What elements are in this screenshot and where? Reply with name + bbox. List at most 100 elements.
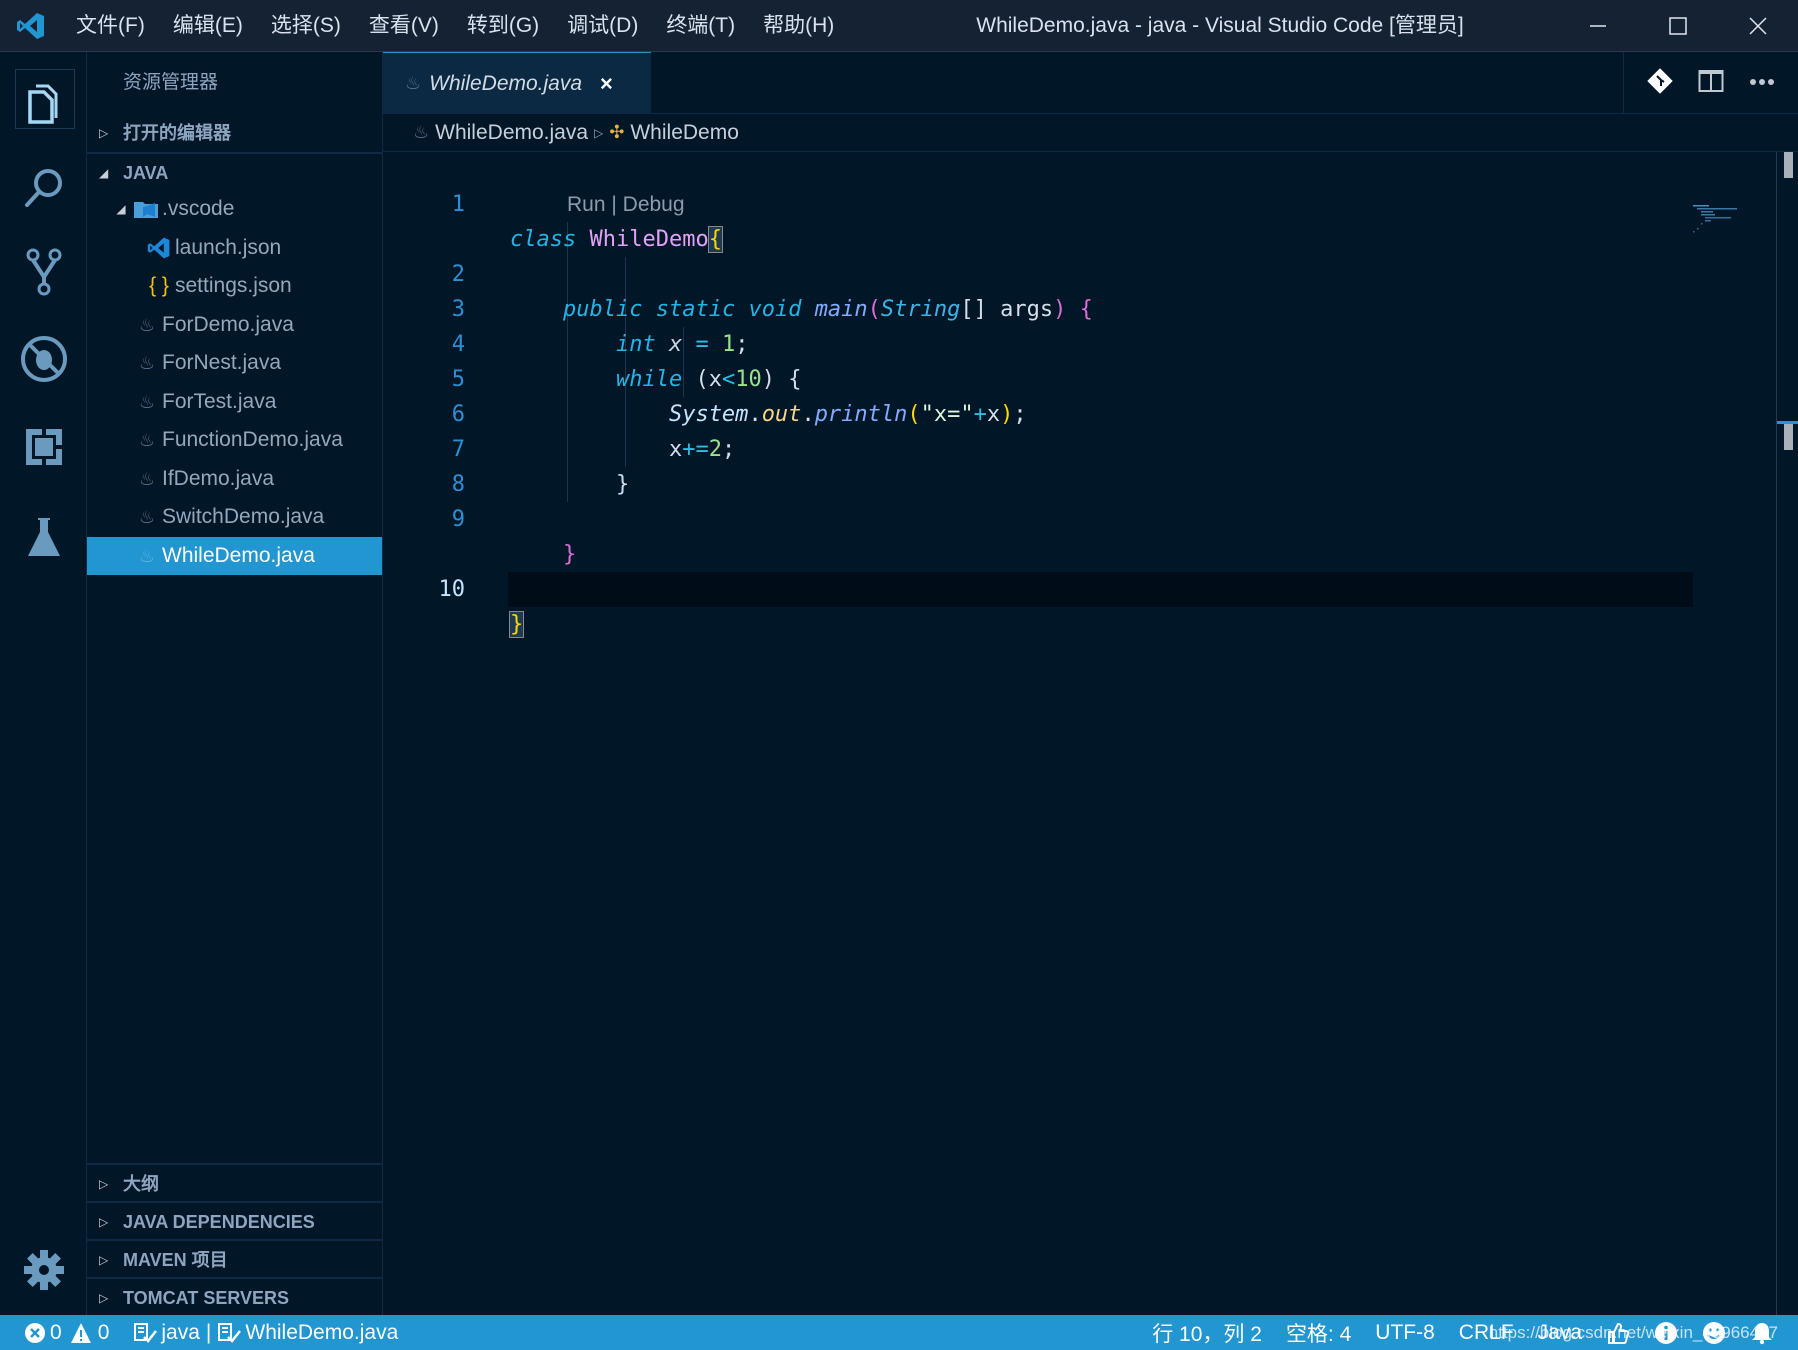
section-java-dependencies[interactable]: ▷ JAVA DEPENDENCIES (87, 1201, 383, 1239)
minimize-icon (1590, 25, 1606, 27)
split-editor-button[interactable] (1698, 69, 1724, 98)
activity-test[interactable] (0, 497, 87, 577)
test-icon (27, 518, 60, 556)
tree-item-label: FunctionDemo.java (162, 428, 343, 451)
menu-go[interactable]: 转到(G) (453, 0, 553, 52)
code-line: 2 public static void main(String[] args)… (383, 222, 1683, 322)
window-controls (1558, 0, 1798, 52)
scrollbar-thumb[interactable] (1784, 152, 1793, 178)
chevron-right-icon: ▷ (99, 126, 109, 140)
status-file-name: WhileDemo.java (245, 1320, 399, 1344)
tree-file-fornest[interactable]: ♨ ForNest.java (87, 344, 382, 383)
tree-item-label: settings.json (175, 274, 292, 297)
code-line: 5 System.out.println("x="+x); (383, 327, 1683, 427)
activity-explorer[interactable] (0, 64, 87, 144)
section-label: 大纲 (123, 1174, 159, 1194)
tree-file-whiledemo[interactable]: ♨ WhileDemo.java (87, 536, 382, 575)
chevron-down-icon: ◢ (116, 202, 126, 216)
activity-extensions[interactable] (0, 407, 87, 487)
vertical-scrollbar[interactable] (1776, 152, 1798, 1315)
minimap[interactable] (1693, 204, 1773, 234)
explorer-icon (27, 84, 57, 124)
tree-file-fortest[interactable]: ♨ ForTest.java (87, 383, 382, 422)
menu-help[interactable]: 帮助(H) (749, 0, 848, 52)
tree-item-label: IfDemo.java (162, 466, 275, 490)
code-line: 9 } (383, 467, 1683, 567)
warning-icon (70, 1322, 91, 1343)
tab-label: WhileDemo.java (429, 71, 583, 95)
open-changes-button[interactable] (1646, 67, 1673, 99)
code-line: 7 } (383, 397, 1683, 497)
tab-close-button[interactable]: × (600, 71, 613, 97)
separator: | (205, 1320, 212, 1344)
vscode-folder-icon (132, 190, 160, 229)
tree-file-switchdemo[interactable]: ♨ SwitchDemo.java (87, 498, 382, 537)
activity-search[interactable] (0, 147, 87, 227)
menu-terminal[interactable]: 终端(T) (652, 0, 749, 52)
tree-item-label: .vscode (162, 197, 235, 220)
source-control-icon (26, 248, 61, 296)
menu-bar: 文件(F) 编辑(E) 选择(S) 查看(V) 转到(G) 调试(D) 终端(T… (62, 0, 848, 52)
tree-item-label: ForNest.java (162, 351, 282, 374)
code-line: 6 x+=2; (383, 362, 1683, 462)
chevron-right-icon: ▷ (99, 1291, 109, 1305)
code-editor[interactable]: 1 class WhileDemo{ Run | Debug 2 public … (383, 152, 1693, 638)
close-window-button[interactable] (1718, 0, 1798, 52)
maximize-icon (1669, 17, 1687, 35)
activity-debug[interactable] (0, 319, 87, 399)
minimize-button[interactable] (1558, 0, 1638, 52)
tab-whiledemo[interactable]: ♨ WhileDemo.java × (383, 52, 651, 114)
project-name: java (161, 1320, 200, 1344)
menu-view[interactable]: 查看(V) (355, 0, 453, 52)
section-open-editors[interactable]: ▷ 打开的编辑器 (87, 114, 382, 152)
tree-file-fordemo[interactable]: ♨ ForDemo.java (87, 306, 382, 345)
breadcrumb: ♨ WhileDemo.java ▷ ✣ WhileDemo (383, 114, 1798, 152)
breadcrumb-file[interactable]: WhileDemo.java (435, 121, 588, 145)
section-maven[interactable]: ▷ MAVEN 项目 (87, 1239, 383, 1277)
maximize-button[interactable] (1638, 0, 1718, 52)
code-text: } (508, 611, 525, 638)
problems-indicator[interactable]: 0 0 (24, 1321, 109, 1345)
git-icon (1646, 67, 1673, 94)
menu-selection[interactable]: 选择(S) (257, 0, 355, 52)
java-icon: ♨ (413, 122, 430, 142)
tree-file-settings-json[interactable]: { } settings.json (87, 267, 382, 306)
code-line-current: 10 } (383, 502, 1693, 638)
run-debug-codelens[interactable]: Run | Debug (567, 187, 685, 222)
current-line-highlight (508, 572, 1693, 607)
section-tomcat[interactable]: ▷ TOMCAT SERVERS (87, 1277, 383, 1315)
section-outline[interactable]: ▷ 大纲 (87, 1163, 383, 1201)
tree-file-launch-json[interactable]: launch.json (87, 229, 382, 268)
vscode-icon (145, 229, 173, 268)
activity-manage[interactable] (0, 1230, 87, 1310)
menu-file[interactable]: 文件(F) (62, 0, 159, 52)
cursor-position[interactable]: 行 10，列 2 (1152, 1318, 1262, 1348)
indentation[interactable]: 空格: 4 (1286, 1318, 1351, 1348)
vscode-logo-icon (0, 0, 62, 52)
status-bar: 0 0 java | WhileDemo.java 行 10，列 2 空格: 4… (0, 1315, 1798, 1350)
file-tree: ◢ .vscode launch.json { } settings.json … (87, 190, 382, 575)
close-icon (1749, 17, 1767, 35)
activity-bar (0, 52, 87, 1315)
editor-area: ♨ WhileDemo.java × ♨ WhileDemo.java ▷ ✣ … (383, 52, 1798, 1315)
tree-file-ifdemo[interactable]: ♨ IfDemo.java (87, 460, 382, 499)
ellipsis-icon (1750, 79, 1775, 85)
json-braces-icon: { } (149, 274, 169, 297)
section-workspace[interactable]: ◢ JAVA (87, 152, 382, 190)
more-actions-button[interactable] (1749, 74, 1775, 92)
java-project-status[interactable]: java | WhileDemo.java (133, 1321, 398, 1345)
project-check-icon (134, 1322, 158, 1343)
encoding[interactable]: UTF-8 (1375, 1321, 1435, 1345)
section-label: TOMCAT SERVERS (123, 1288, 290, 1308)
tree-folder-vscode[interactable]: ◢ .vscode (87, 190, 382, 229)
menu-edit[interactable]: 编辑(E) (159, 0, 257, 52)
code-line: 1 class WhileDemo{ (383, 152, 1683, 253)
breadcrumb-symbol[interactable]: WhileDemo (630, 121, 739, 145)
explorer-title: 资源管理器 (123, 72, 219, 93)
overview-ruler-marker (1784, 424, 1793, 450)
activity-source-control[interactable] (0, 232, 87, 312)
menu-debug[interactable]: 调试(D) (553, 0, 652, 52)
title-bar: 文件(F) 编辑(E) 选择(S) 查看(V) 转到(G) 调试(D) 终端(T… (0, 0, 1798, 52)
tree-file-functiondemo[interactable]: ♨ FunctionDemo.java (87, 421, 382, 460)
chevron-right-icon: ▷ (99, 1215, 109, 1229)
